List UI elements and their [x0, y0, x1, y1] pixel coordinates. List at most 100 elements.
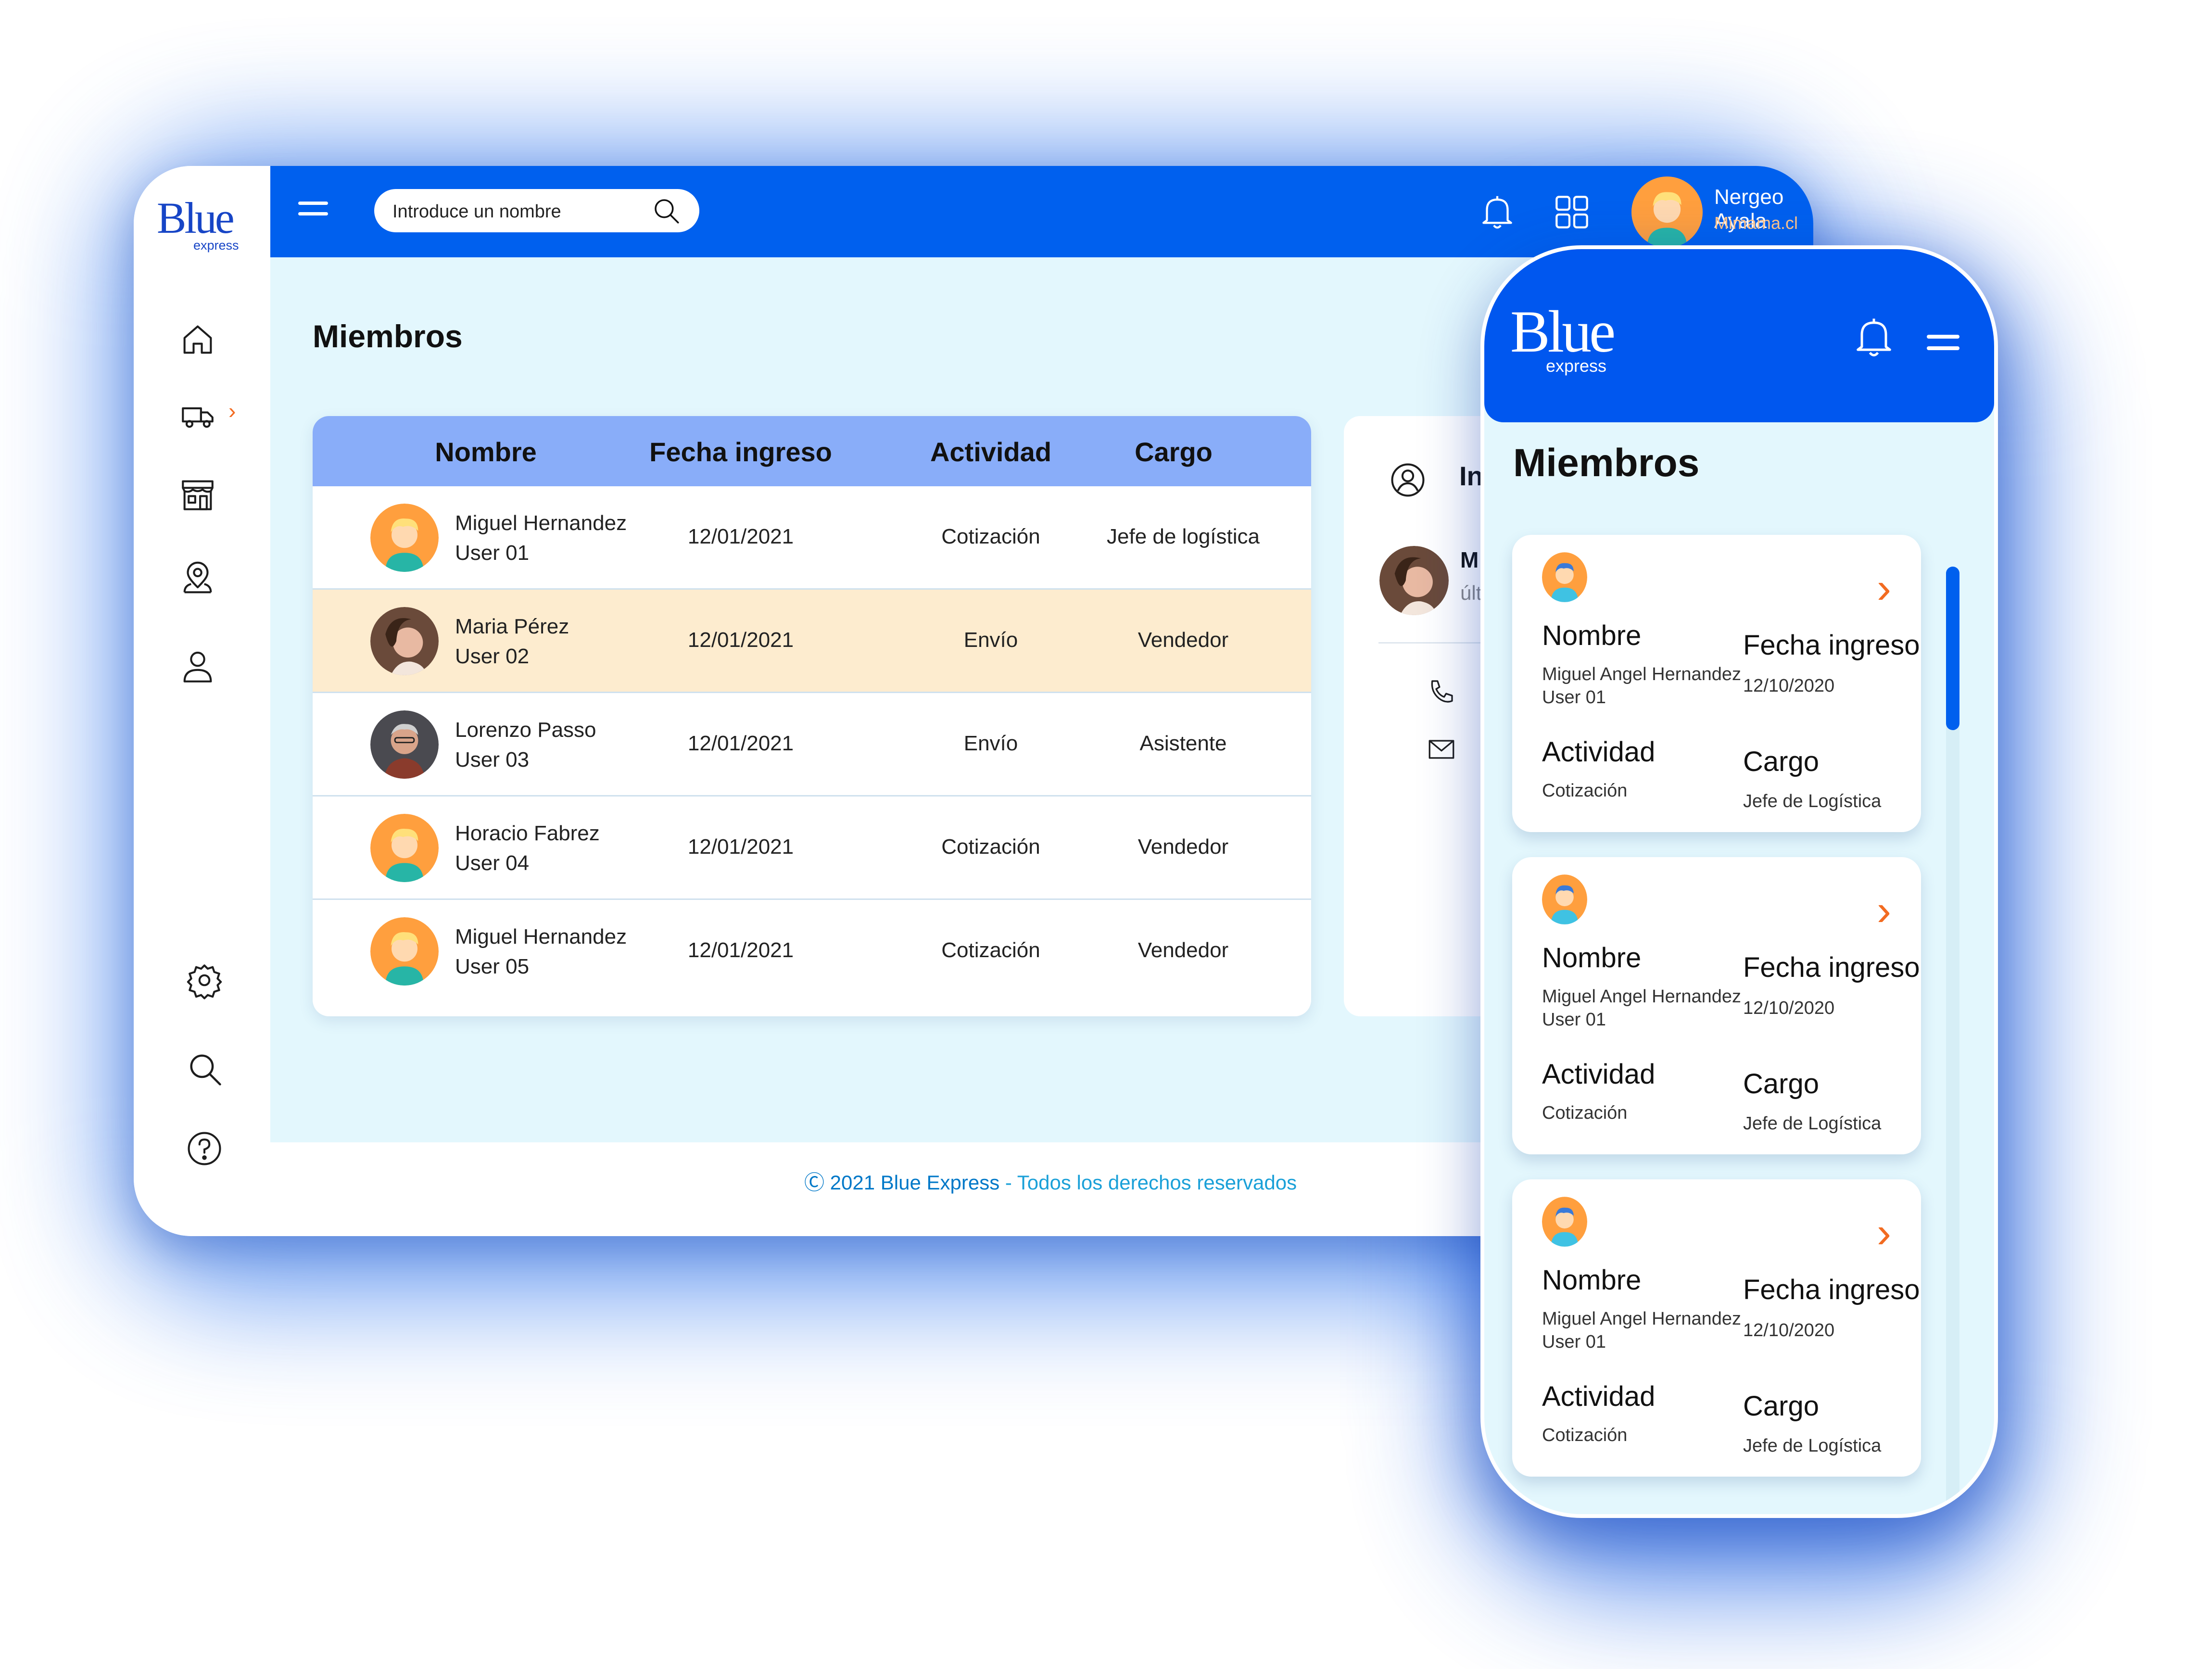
cell-date: 12/01/2021 — [687, 525, 794, 548]
label-activity: Actividad — [1542, 736, 1656, 768]
chevron-right-icon[interactable]: › — [1877, 886, 1891, 936]
cell-date: 12/01/2021 — [687, 835, 794, 859]
label-date: Fecha ingreso — [1743, 1274, 1920, 1305]
page-title: Miembros — [1513, 441, 1700, 485]
chevron-right-icon[interactable]: › — [1877, 1208, 1891, 1258]
scrollbar[interactable] — [1946, 567, 1959, 1509]
search-input[interactable]: Introduce un nombre — [374, 189, 699, 232]
cell-activity: Cotización — [941, 835, 1040, 859]
location-icon[interactable] — [178, 559, 217, 599]
column-header[interactable]: Nombre — [414, 436, 558, 468]
store-icon[interactable] — [178, 475, 217, 514]
chevron-right-icon[interactable]: › — [1877, 564, 1891, 613]
member-name: Lorenzo Passo User 03 — [455, 718, 596, 771]
table-row[interactable]: Miguel Hernandez User 05 12/01/2021 Cotiz… — [313, 900, 1311, 1002]
home-icon[interactable] — [178, 320, 217, 359]
label-role: Cargo — [1743, 1391, 1819, 1422]
search-placeholder: Introduce un nombre — [392, 202, 561, 222]
column-header[interactable]: Actividad — [899, 436, 1082, 468]
cell-role: Vendedor — [1138, 628, 1229, 652]
member-name: Maria Pérez User 02 — [455, 615, 569, 668]
card-role: Jefe de Logística — [1743, 1113, 1882, 1134]
column-header[interactable]: Cargo — [1092, 436, 1255, 468]
card-name: Miguel Angel Hernandez User 01 — [1542, 1309, 1742, 1352]
member-name: Horacio Fabrez User 04 — [455, 822, 600, 875]
card-activity: Cotización — [1542, 1103, 1628, 1123]
label-activity: Actividad — [1542, 1381, 1656, 1412]
member-card[interactable]: › Nombre Miguel Angel Hernandez User 01 F… — [1512, 535, 1921, 832]
mail-icon[interactable] — [1426, 733, 1457, 765]
phone-icon[interactable] — [1426, 676, 1457, 708]
table-header: Nombre Fecha ingreso Actividad Cargo — [313, 416, 1311, 486]
info-title: In — [1459, 461, 1483, 491]
avatar — [1542, 874, 1587, 924]
label-name: Nombre — [1542, 942, 1642, 974]
user-company: Mimama.cl — [1714, 213, 1798, 233]
brand-logo[interactable]: Blue express — [157, 196, 243, 253]
cell-date: 12/01/2021 — [687, 938, 794, 962]
table-row[interactable]: Miguel Hernandez User 01 12/01/2021 Cotiz… — [313, 486, 1311, 590]
cell-date: 12/01/2021 — [687, 732, 794, 755]
label-role: Cargo — [1743, 1068, 1819, 1100]
bell-icon[interactable] — [1477, 191, 1518, 232]
chevron-right-icon[interactable]: › — [228, 398, 236, 424]
label-activity: Actividad — [1542, 1059, 1656, 1090]
label-name: Nombre — [1542, 620, 1642, 651]
avatar — [370, 917, 439, 986]
bell-icon[interactable] — [1850, 313, 1898, 361]
cell-activity: Cotización — [941, 938, 1040, 962]
table-row[interactable]: Maria Pérez User 02 12/01/2021 Envío Vend… — [313, 590, 1311, 693]
card-activity: Cotización — [1542, 781, 1628, 801]
user-icon[interactable] — [178, 647, 217, 686]
menu-icon[interactable] — [1927, 335, 1959, 357]
members-table: Nombre Fecha ingreso Actividad Cargo Mig… — [313, 416, 1311, 1016]
footer-text: Ⓒ 2021 Blue Express - Todos los derechos… — [804, 1171, 1297, 1194]
avatar — [1379, 546, 1449, 615]
label-date: Fecha ingreso — [1743, 952, 1920, 983]
help-icon[interactable] — [185, 1129, 224, 1168]
avatar — [1542, 552, 1587, 602]
card-activity: Cotización — [1542, 1425, 1628, 1445]
avatar — [370, 607, 439, 675]
settings-icon[interactable] — [185, 961, 224, 1000]
logo-sub: express — [193, 238, 239, 253]
table-row[interactable]: Lorenzo Passo User 03 12/01/2021 Envío As… — [313, 693, 1311, 797]
card-date: 12/10/2020 — [1743, 1320, 1835, 1340]
member-card[interactable]: › Nombre Miguel Angel Hernandez User 01 F… — [1512, 1179, 1921, 1477]
scrollbar-thumb[interactable] — [1946, 567, 1959, 730]
avatar — [370, 504, 439, 572]
search-icon[interactable] — [650, 195, 682, 227]
cell-activity: Envío — [963, 732, 1018, 755]
member-card[interactable]: › Nombre Miguel Angel Hernandez User 01 F… — [1512, 857, 1921, 1154]
card-name: Miguel Angel Hernandez User 01 — [1542, 664, 1742, 708]
top-bar: Introduce un nombre Nergeo Ayala Mimama.… — [270, 166, 1813, 257]
member-name: Miguel Hernandez User 05 — [455, 925, 627, 978]
logo-main: Blue — [1510, 299, 1616, 365]
info-name: M — [1460, 547, 1479, 572]
apps-grid-icon[interactable] — [1553, 193, 1591, 231]
mobile-header: Blue express — [1484, 249, 1994, 422]
card-role: Jefe de Logística — [1743, 791, 1882, 811]
search-icon[interactable] — [185, 1049, 224, 1088]
cell-role: Vendedor — [1138, 938, 1229, 962]
brand-logo[interactable]: Blue express — [1510, 299, 1616, 376]
card-role: Jefe de Logística — [1743, 1436, 1882, 1456]
card-date: 12/10/2020 — [1743, 676, 1835, 696]
truck-icon[interactable] — [178, 397, 217, 436]
card-date: 12/10/2020 — [1743, 998, 1835, 1018]
info-last-seen: últ — [1460, 582, 1482, 604]
table-row[interactable]: Horacio Fabrez User 04 12/01/2021 Cotizac… — [313, 797, 1311, 900]
avatar — [370, 710, 439, 779]
logo-sub: express — [1546, 356, 1607, 376]
column-header[interactable]: Fecha ingreso — [630, 436, 851, 468]
label-date: Fecha ingreso — [1743, 630, 1920, 661]
mobile-window: Blue express Miembros › Nombre Miguel An… — [1480, 245, 1998, 1518]
cell-role: Vendedor — [1138, 835, 1229, 859]
menu-icon[interactable] — [298, 202, 328, 223]
page-title: Miembros — [313, 318, 463, 354]
label-name: Nombre — [1542, 1264, 1642, 1296]
card-name: Miguel Angel Hernandez User 01 — [1542, 986, 1742, 1030]
avatar — [370, 814, 439, 882]
user-avatar[interactable] — [1631, 177, 1703, 248]
cell-activity: Envío — [963, 628, 1018, 652]
